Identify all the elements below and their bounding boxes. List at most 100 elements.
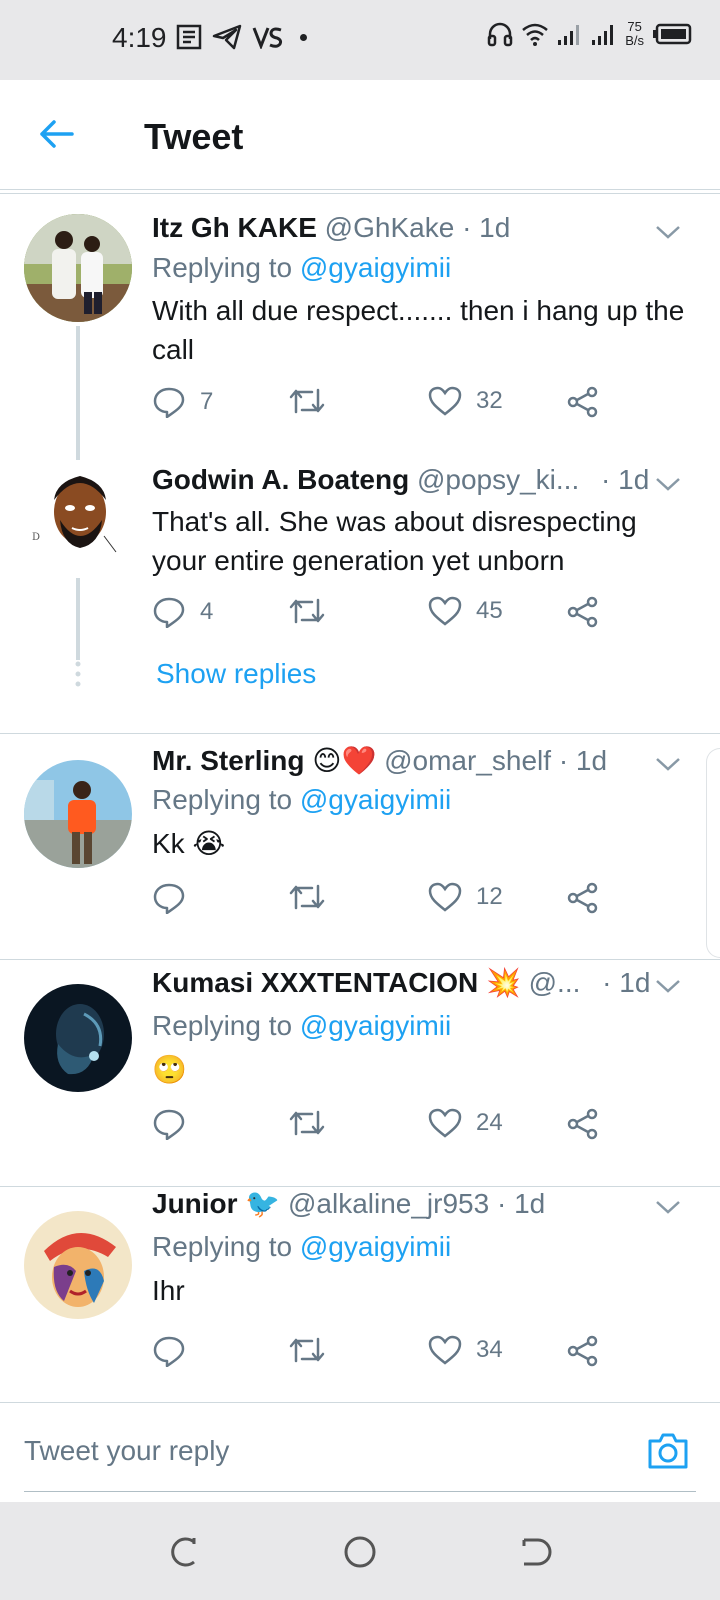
share-icon [567, 1335, 598, 1367]
home-icon[interactable] [340, 1532, 380, 1572]
edge-panel-handle[interactable] [706, 748, 720, 958]
reply-icon [153, 387, 185, 418]
share-button[interactable] [566, 386, 600, 418]
replying-to: Replying to @gyaigyimii [152, 1231, 452, 1262]
reply-button[interactable]: 4 [152, 596, 213, 628]
user-handle[interactable]: @omar_shelf [384, 745, 551, 776]
tweet-actions: 7 32 [152, 386, 632, 426]
reply-button[interactable] [152, 882, 200, 914]
like-button[interactable]: 45 [428, 596, 503, 626]
chevron-down-icon[interactable] [654, 754, 682, 774]
replying-to: Replying to @gyaigyimii [152, 252, 452, 283]
status-time: 4:19 [112, 22, 167, 53]
retweet-icon [289, 598, 325, 624]
like-button[interactable]: 24 [428, 1108, 503, 1138]
thread-dots [75, 661, 81, 687]
retweet-icon [289, 388, 325, 414]
reply-icon [153, 597, 185, 628]
share-icon [567, 386, 598, 418]
reply-composer[interactable]: Tweet your reply [0, 1402, 720, 1498]
heart-icon [428, 596, 462, 626]
tweet-time: · 1d [462, 212, 511, 243]
reply-icon [153, 1109, 185, 1140]
share-button[interactable] [566, 1335, 600, 1367]
tweet-actions: 34 [152, 1335, 632, 1375]
tweet-time: · 1d [496, 1188, 546, 1219]
page-title: Tweet [144, 116, 244, 157]
display-name[interactable]: Junior 🐦 [152, 1188, 280, 1219]
avatar[interactable] [24, 214, 132, 322]
tweet-text: With all due respect....... then i hang … [152, 295, 685, 365]
app-header: Tweet [0, 80, 720, 190]
retweet-button[interactable] [288, 882, 340, 912]
tweet-text: Ihr [152, 1275, 185, 1306]
tweet-actions: 4 45 [152, 596, 632, 636]
tweet-text: 🙄 [152, 1054, 187, 1085]
user-handle[interactable]: @... [529, 967, 581, 998]
tweet-time: · 1d [558, 745, 608, 776]
chevron-down-icon[interactable] [654, 976, 682, 996]
share-icon [567, 882, 598, 914]
mention-link[interactable]: @gyaigyimii [300, 784, 451, 815]
system-nav-bar [0, 1502, 720, 1600]
retweet-icon [289, 1110, 325, 1136]
chevron-down-icon[interactable] [654, 474, 682, 494]
vs-icon [252, 27, 283, 49]
display-name[interactable]: Godwin A. Boateng [152, 464, 409, 495]
retweet-icon [289, 884, 325, 910]
replying-to: Replying to @gyaigyimii [152, 1010, 452, 1041]
avatar[interactable] [24, 760, 132, 868]
reply-button[interactable] [152, 1108, 200, 1140]
tweet-text: Kk 😭 [152, 828, 226, 859]
svg-text:D: D [32, 532, 40, 543]
network-speed: 75 B/s [625, 19, 644, 48]
reply-button[interactable]: 7 [152, 386, 213, 418]
like-button[interactable]: 32 [428, 386, 503, 416]
back-arrow-icon[interactable] [36, 114, 76, 154]
tweet-time: · 1d [601, 464, 650, 495]
back-nav-icon[interactable] [516, 1532, 556, 1572]
reply-icon [153, 1336, 185, 1367]
article-icon [176, 24, 202, 50]
tweet-actions: 12 [152, 882, 632, 922]
reply-button[interactable] [152, 1335, 200, 1367]
display-name[interactable]: Itz Gh KAKE [152, 212, 317, 243]
like-button[interactable]: 12 [428, 882, 503, 912]
retweet-button[interactable] [288, 1335, 340, 1365]
mention-link[interactable]: @gyaigyimii [300, 252, 451, 283]
retweet-button[interactable] [288, 386, 340, 416]
headphones-icon [487, 22, 513, 47]
signal-icon [558, 25, 580, 45]
battery-icon [653, 23, 692, 45]
chevron-down-icon[interactable] [654, 222, 682, 242]
camera-icon[interactable] [646, 1431, 690, 1471]
display-name[interactable]: Kumasi XXXTENTACION 💥 [152, 967, 521, 998]
share-icon [567, 596, 598, 628]
display-name[interactable]: Mr. Sterling 😊❤️ [152, 745, 376, 776]
show-replies-link[interactable]: Show replies [156, 658, 316, 690]
avatar[interactable]: D [24, 460, 132, 568]
user-handle[interactable]: @alkaline_jr953 [288, 1188, 489, 1219]
avatar[interactable] [24, 984, 132, 1092]
signal-icon [592, 25, 614, 45]
user-handle[interactable]: @popsy_ki... [417, 464, 579, 495]
like-button[interactable]: 34 [428, 1335, 503, 1365]
share-button[interactable] [566, 596, 600, 628]
tweet-time: · 1d [602, 967, 651, 998]
heart-icon [428, 386, 462, 416]
tweet-actions: 24 [152, 1108, 632, 1148]
recent-apps-icon[interactable] [164, 1532, 204, 1572]
retweet-icon [289, 1337, 325, 1363]
mention-link[interactable]: @gyaigyimii [300, 1010, 451, 1041]
reply-input[interactable]: Tweet your reply [24, 1435, 229, 1467]
share-button[interactable] [566, 882, 600, 914]
retweet-button[interactable] [288, 596, 340, 626]
heart-icon [428, 882, 462, 912]
chevron-down-icon[interactable] [654, 1197, 682, 1217]
avatar[interactable] [24, 1211, 132, 1319]
mention-link[interactable]: @gyaigyimii [300, 1231, 451, 1262]
share-button[interactable] [566, 1108, 600, 1140]
reply-icon [153, 883, 185, 914]
user-handle[interactable]: @GhKake [325, 212, 455, 243]
retweet-button[interactable] [288, 1108, 340, 1138]
